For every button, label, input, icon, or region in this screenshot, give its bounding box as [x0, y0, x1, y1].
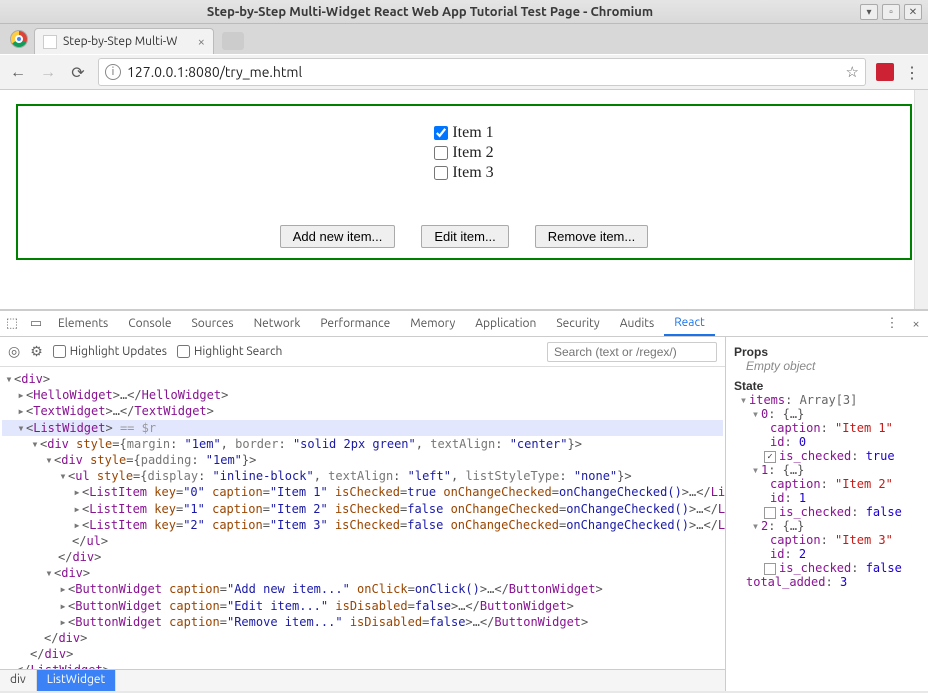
extension-icon[interactable]	[876, 63, 894, 81]
item-checkbox[interactable]	[434, 126, 448, 140]
crumb-div[interactable]: div	[0, 670, 37, 691]
list-widget-container: Item 1 Item 2 Item 3 Add new item... Edi…	[16, 104, 912, 260]
props-state-panel: Props Empty object State ▾items: Array[3…	[726, 337, 928, 691]
component-tree[interactable]: ▾<div> ▸<HelloWidget>…</HelloWidget> ▸<T…	[0, 367, 725, 669]
item-checkbox[interactable]	[434, 146, 448, 160]
highlight-updates-label: Highlight Updates	[70, 345, 167, 358]
browser-tab[interactable]: Step-by-Step Multi-W ×	[34, 28, 214, 54]
reload-button[interactable]: ⟳	[68, 63, 88, 82]
highlight-search-toggle[interactable]: Highlight Search	[177, 345, 282, 358]
item-label: Item 1	[452, 124, 493, 142]
window-title: Step-by-Step Multi-Widget React Web App …	[0, 5, 860, 19]
tab-memory[interactable]: Memory	[400, 311, 465, 336]
window-close-button[interactable]: ✕	[904, 4, 922, 20]
back-button[interactable]: ←	[8, 63, 28, 82]
tab-security[interactable]: Security	[546, 311, 609, 336]
tab-elements[interactable]: Elements	[48, 311, 118, 336]
url-text[interactable]: 127.0.0.1:8080/try_me.html	[127, 64, 840, 80]
window-minimize-button[interactable]: ▾	[860, 4, 878, 20]
add-item-button[interactable]: Add new item...	[280, 225, 396, 248]
close-icon[interactable]: ×	[198, 35, 205, 49]
forward-button[interactable]: →	[38, 63, 58, 82]
props-empty: Empty object	[734, 359, 920, 373]
window-titlebar: Step-by-Step Multi-Widget React Web App …	[0, 0, 928, 24]
tab-react[interactable]: React	[664, 311, 715, 336]
tab-audits[interactable]: Audits	[610, 311, 665, 336]
props-header: Props	[734, 345, 920, 359]
tab-application[interactable]: Application	[465, 311, 546, 336]
trace-icon[interactable]: ◎	[8, 343, 20, 360]
new-tab-button[interactable]	[222, 32, 244, 50]
devtools-panel: ⬚ ▭ Elements Console Sources Network Per…	[0, 310, 928, 691]
state-checkbox-icon[interactable]	[764, 507, 776, 519]
device-toolbar-icon[interactable]: ▭	[24, 316, 48, 331]
browser-toolbar: ← → ⟳ i 127.0.0.1:8080/try_me.html ☆ ⋮	[0, 54, 928, 90]
settings-gear-icon[interactable]: ⚙	[30, 343, 43, 360]
tab-label: Step-by-Step Multi-W	[63, 35, 192, 48]
edit-item-button[interactable]: Edit item...	[421, 225, 508, 248]
browser-menu-icon[interactable]: ⋮	[904, 63, 920, 82]
window-maximize-button[interactable]: ▫	[882, 4, 900, 20]
page-icon	[43, 35, 57, 49]
button-row: Add new item... Edit item... Remove item…	[18, 225, 910, 248]
item-checkbox[interactable]	[434, 166, 448, 180]
address-bar[interactable]: i 127.0.0.1:8080/try_me.html ☆	[98, 58, 866, 86]
react-toolbar: ◎ ⚙ Highlight Updates Highlight Search	[0, 337, 725, 367]
react-search-input[interactable]	[547, 342, 717, 362]
site-info-icon[interactable]: i	[105, 64, 121, 80]
list-item: Item 1	[434, 124, 493, 142]
browser-tab-strip: Step-by-Step Multi-W ×	[0, 24, 928, 54]
state-checkbox-icon[interactable]	[764, 563, 776, 575]
state-checkbox-icon[interactable]: ✓	[764, 451, 776, 463]
tab-performance[interactable]: Performance	[310, 311, 400, 336]
state-header: State	[734, 379, 920, 393]
selected-component-row: ▾<ListWidget> == $r	[2, 420, 723, 436]
devtools-menu-icon[interactable]: ⋮	[880, 316, 904, 331]
page-viewport: Item 1 Item 2 Item 3 Add new item... Edi…	[0, 90, 928, 310]
inspect-element-icon[interactable]: ⬚	[0, 316, 24, 331]
item-label: Item 3	[452, 164, 493, 182]
chromium-logo-icon	[10, 30, 28, 48]
devtools-close-icon[interactable]: ×	[904, 317, 928, 331]
devtools-tab-bar: ⬚ ▭ Elements Console Sources Network Per…	[0, 311, 928, 337]
tab-network[interactable]: Network	[244, 311, 311, 336]
breadcrumb: div ListWidget	[0, 669, 725, 691]
list-item: Item 3	[434, 164, 493, 182]
item-list: Item 1 Item 2 Item 3	[434, 122, 493, 184]
crumb-listwidget[interactable]: ListWidget	[37, 670, 116, 691]
remove-item-button[interactable]: Remove item...	[535, 225, 648, 248]
highlight-search-label: Highlight Search	[194, 345, 282, 358]
item-label: Item 2	[452, 144, 493, 162]
list-item: Item 2	[434, 144, 493, 162]
react-tree-panel: ◎ ⚙ Highlight Updates Highlight Search ▾…	[0, 337, 726, 691]
highlight-updates-toggle[interactable]: Highlight Updates	[53, 345, 167, 358]
bookmark-star-icon[interactable]: ☆	[846, 63, 859, 81]
scrollbar[interactable]	[914, 90, 928, 309]
tab-sources[interactable]: Sources	[181, 311, 243, 336]
tab-console[interactable]: Console	[118, 311, 181, 336]
